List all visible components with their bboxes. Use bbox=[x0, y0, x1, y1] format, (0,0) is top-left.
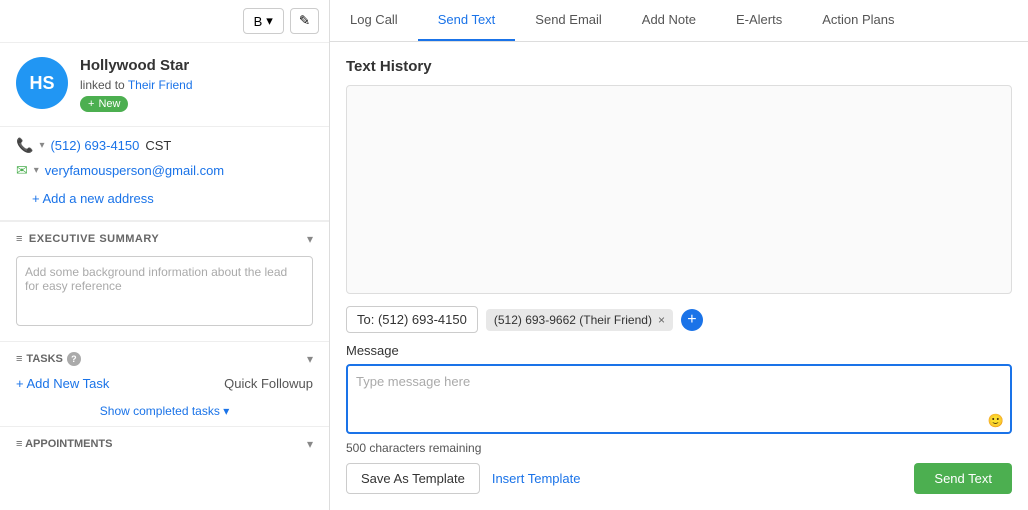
appointments-header[interactable]: ≡ APPOINTMENTS ▾ bbox=[0, 427, 329, 461]
contact-info: HS Hollywood Star linked to Their Friend… bbox=[0, 43, 329, 127]
email-link[interactable]: veryfamousperson@gmail.com bbox=[45, 163, 224, 178]
contact-details: Hollywood Star linked to Their Friend + … bbox=[80, 57, 193, 112]
avatar: HS bbox=[16, 57, 68, 109]
bottom-actions: Save As Template Insert Template Send Te… bbox=[346, 463, 1012, 494]
tasks-help-icon: ? bbox=[67, 352, 81, 366]
linked-to: linked to Their Friend bbox=[80, 78, 193, 92]
chevron-down-icon: ▾ bbox=[223, 404, 229, 418]
tab-e-alerts[interactable]: E-Alerts bbox=[716, 0, 802, 41]
menu-icon: ≡ bbox=[16, 353, 22, 365]
contact-name: Hollywood Star bbox=[80, 57, 193, 74]
edit-icon: ✎ bbox=[299, 13, 310, 28]
recipient-name: (512) 693-9662 (Their Friend) bbox=[494, 313, 652, 327]
executive-summary-title: ≡ EXECUTIVE SUMMARY bbox=[16, 233, 159, 245]
message-textarea[interactable] bbox=[346, 364, 1012, 434]
main-content: Text History To: (512) 693-4150 (512) 69… bbox=[330, 42, 1028, 510]
to-label: To: (512) 693-4150 bbox=[346, 306, 478, 333]
tasks-section: ≡ TASKS ? ▾ + Add New Task Quick Followu… bbox=[0, 341, 329, 426]
email-row: ✉ ▾ veryfamousperson@gmail.com bbox=[16, 162, 313, 179]
executive-summary-header[interactable]: ≡ EXECUTIVE SUMMARY ▾ bbox=[0, 222, 329, 256]
tasks-title: ≡ TASKS ? bbox=[16, 352, 81, 366]
tab-add-note[interactable]: Add Note bbox=[622, 0, 716, 41]
remove-recipient-icon[interactable]: × bbox=[658, 313, 665, 327]
executive-summary-body bbox=[0, 256, 329, 341]
tabs-bar: Log CallSend TextSend EmailAdd NoteE-Ale… bbox=[330, 0, 1028, 42]
tasks-header: ≡ TASKS ? ▾ bbox=[0, 342, 329, 376]
send-text-button[interactable]: Send Text bbox=[914, 463, 1012, 494]
tab-action-plans[interactable]: Action Plans bbox=[802, 0, 914, 41]
save-as-template-button[interactable]: Save As Template bbox=[346, 463, 480, 494]
edit-button[interactable]: ✎ bbox=[290, 8, 319, 34]
new-badge: + New bbox=[80, 96, 128, 112]
tab-log-call[interactable]: Log Call bbox=[330, 0, 418, 41]
appointments-section: ≡ APPOINTMENTS ▾ bbox=[0, 426, 329, 461]
linked-to-link[interactable]: Their Friend bbox=[128, 78, 193, 92]
left-panel: B ▾ ✎ HS Hollywood Star linked to Their … bbox=[0, 0, 330, 510]
message-wrapper: 🙂 bbox=[346, 364, 1012, 437]
appointments-title: ≡ APPOINTMENTS bbox=[16, 438, 112, 450]
text-history-area bbox=[346, 85, 1012, 294]
plus-icon: + bbox=[88, 98, 94, 110]
appointments-chevron-icon: ▾ bbox=[307, 437, 313, 451]
bold-button[interactable]: B ▾ bbox=[243, 8, 284, 34]
text-history-title: Text History bbox=[346, 58, 1012, 75]
char-count: 500 characters remaining bbox=[346, 441, 1012, 455]
tasks-actions: + Add New Task Quick Followup bbox=[0, 376, 329, 399]
show-completed: Show completed tasks ▾ bbox=[0, 399, 329, 426]
tab-send-email[interactable]: Send Email bbox=[515, 0, 621, 41]
message-label: Message bbox=[346, 343, 1012, 358]
add-new-task-link[interactable]: + Add New Task bbox=[16, 376, 109, 391]
emoji-icon[interactable]: 🙂 bbox=[988, 413, 1004, 429]
right-panel: Log CallSend TextSend EmailAdd NoteE-Ale… bbox=[330, 0, 1028, 510]
to-row: To: (512) 693-4150 (512) 693-9662 (Their… bbox=[346, 306, 1012, 333]
add-address-link[interactable]: + Add a new address bbox=[16, 187, 313, 210]
left-toolbar: B ▾ ✎ bbox=[0, 0, 329, 43]
b-label: B bbox=[254, 14, 263, 29]
dropdown-arrow: ▾ bbox=[266, 13, 273, 29]
recipient-tag: (512) 693-9662 (Their Friend) × bbox=[486, 309, 673, 331]
contact-fields: 📞 ▾ (512) 693-4150 CST ✉ ▾ veryfamousper… bbox=[0, 127, 329, 221]
tasks-chevron-icon: ▾ bbox=[307, 352, 313, 366]
insert-template-button[interactable]: Insert Template bbox=[490, 464, 583, 493]
show-completed-link[interactable]: Show completed tasks ▾ bbox=[100, 404, 229, 418]
add-recipient-button[interactable]: + bbox=[681, 309, 703, 331]
executive-summary-textarea[interactable] bbox=[16, 256, 313, 326]
phone-icon: 📞 bbox=[16, 137, 33, 154]
menu-icon: ≡ bbox=[16, 438, 25, 450]
phone-link[interactable]: (512) 693-4150 bbox=[50, 138, 139, 153]
quick-followup-link[interactable]: Quick Followup bbox=[224, 376, 313, 391]
chevron-down-icon: ▾ bbox=[307, 232, 313, 246]
menu-icon: ≡ bbox=[16, 233, 23, 245]
email-icon: ✉ bbox=[16, 162, 28, 179]
tab-send-text[interactable]: Send Text bbox=[418, 0, 516, 41]
executive-summary-section: ≡ EXECUTIVE SUMMARY ▾ bbox=[0, 221, 329, 341]
phone-row: 📞 ▾ (512) 693-4150 CST bbox=[16, 137, 313, 154]
